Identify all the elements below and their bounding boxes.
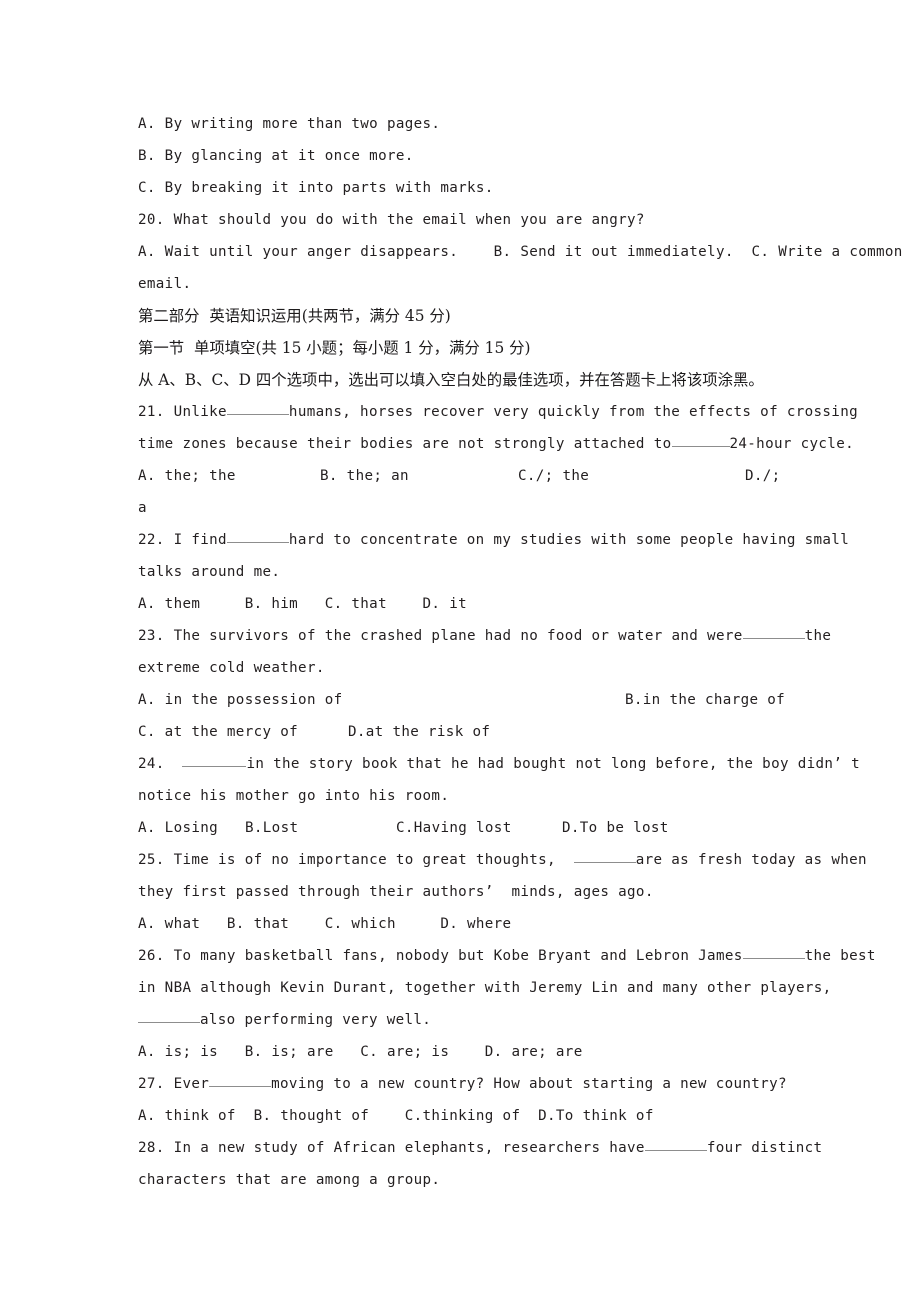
part-heading: 第二部分 英语知识运用(共两节，满分 45 分) [138, 307, 451, 325]
fill-in-blank[interactable] [671, 446, 730, 447]
option-d[interactable]: D.at the risk of [348, 716, 490, 748]
fill-in-blank[interactable] [742, 638, 805, 639]
question-stem: 28. In a new study of African elephants,… [138, 1132, 838, 1164]
stem-text: 25. Time is of no importance to great th… [138, 852, 574, 868]
question-stem-continued: extreme cold weather. [138, 660, 325, 676]
option-b[interactable]: B. the; an [320, 460, 409, 492]
fill-in-blank[interactable] [226, 414, 289, 415]
stem-text: hard to concentrate on my studies with s… [288, 532, 850, 548]
option-line: A. By writing more than two pages. [138, 116, 441, 132]
fill-in-blank[interactable] [644, 1150, 707, 1151]
question-stem: 27. Ever moving to a new country? How abo… [138, 1068, 838, 1100]
stem-text: in the story book that he had bought not… [246, 756, 860, 772]
fill-in-blank[interactable] [209, 1086, 272, 1087]
option-line-continued: email. [138, 276, 192, 292]
question-stem-continued: in NBA although Kevin Durant, together w… [138, 980, 832, 996]
question-stem: 20. What should you do with the email wh… [138, 212, 645, 228]
option-b[interactable]: B.Lost [245, 812, 298, 844]
stem-text: the best [804, 948, 876, 964]
fill-in-blank[interactable] [226, 542, 289, 543]
option-d[interactable]: D.To be lost [562, 812, 669, 844]
stem-text: the [804, 628, 832, 644]
stem-text: 21. Unlike [138, 404, 227, 420]
stem-text: 26. To many basketball fans, nobody but … [138, 948, 743, 964]
stem-text: 28. In a new study of African elephants,… [138, 1140, 645, 1156]
stem-text: 24-hour cycle. [729, 436, 854, 452]
document-body: A. By writing more than two pages. B. By… [138, 108, 903, 1196]
section-instructions: 从 A、B、C、D 四个选项中，选出可以填入空白处的最佳选项，并在答题卡上将该项… [138, 371, 764, 389]
fill-in-blank[interactable] [138, 1022, 200, 1023]
option-line[interactable]: A. think of B. thought of C.thinking of … [138, 1100, 838, 1132]
question-stem-continued: talks around me. [138, 564, 281, 580]
option-row: A. the; the B. the; an C./; the D./; [138, 460, 838, 492]
option-a[interactable]: A. the; the [138, 460, 236, 492]
question-stem-continued: time zones because their bodies are not … [138, 428, 854, 460]
stem-text: 27. Ever [138, 1076, 210, 1092]
option-c[interactable]: C./; the [518, 460, 589, 492]
stem-text: are as fresh today as when [635, 852, 867, 868]
question-stem-continued: they first passed through their authors’… [138, 884, 654, 900]
stem-text: four distinct [706, 1140, 823, 1156]
option-row: A. Losing B.Lost C.Having lost D.To be l… [138, 812, 838, 844]
option-a[interactable]: A. Losing [138, 812, 218, 844]
option-b[interactable]: B.in the charge of [625, 684, 785, 716]
question-stem: 21. Unlike humans, horses recover very qu… [138, 396, 858, 428]
document-page: A. By writing more than two pages. B. By… [0, 0, 920, 1302]
question-stem: 25. Time is of no importance to great th… [138, 844, 867, 876]
option-a[interactable]: A. in the possession of [138, 684, 343, 716]
fill-in-blank[interactable] [182, 766, 247, 767]
option-line[interactable]: A. what B. that C. which D. where [138, 908, 838, 940]
option-row: A. in the possession of B.in the charge … [138, 684, 838, 716]
question-stem: 22. I find hard to concentrate on my stud… [138, 524, 849, 556]
question-stem: 23. The survivors of the crashed plane h… [138, 620, 838, 652]
fill-in-blank[interactable] [742, 958, 805, 959]
section-heading: 第一节 单项填空(共 15 小题；每小题 1 分，满分 15 分) [138, 339, 531, 357]
question-stem: 26. To many basketball fans, nobody but … [138, 940, 875, 972]
question-stem-continued: notice his mother go into his room. [138, 788, 450, 804]
stem-text: humans, horses recover very quickly from… [288, 404, 858, 420]
question-stem: 24. in the story book that he had bought… [138, 748, 860, 780]
question-stem-continued: characters that are among a group. [138, 1172, 441, 1188]
stem-text: moving to a new country? How about start… [271, 1076, 787, 1092]
option-row: C. at the mercy of D.at the risk of [138, 716, 838, 748]
option-overflow: a [138, 500, 147, 516]
question-stem-continued: also performing very well. [138, 1004, 838, 1036]
fill-in-blank[interactable] [573, 862, 636, 863]
option-d[interactable]: D./; [745, 460, 781, 492]
stem-text: also performing very well. [200, 1012, 432, 1028]
option-line: A. Wait until your anger disappears. B. … [138, 244, 903, 260]
option-line[interactable]: A. them B. him C. that D. it [138, 588, 838, 620]
option-c[interactable]: C. at the mercy of [138, 716, 298, 748]
option-line: C. By breaking it into parts with marks. [138, 180, 494, 196]
option-line[interactable]: A. is; is B. is; are C. are; is D. are; … [138, 1036, 838, 1068]
option-line: B. By glancing at it once more. [138, 148, 414, 164]
stem-text: 23. The survivors of the crashed plane h… [138, 628, 743, 644]
option-c[interactable]: C.Having lost [396, 812, 512, 844]
stem-text: time zones because their bodies are not … [138, 436, 672, 452]
